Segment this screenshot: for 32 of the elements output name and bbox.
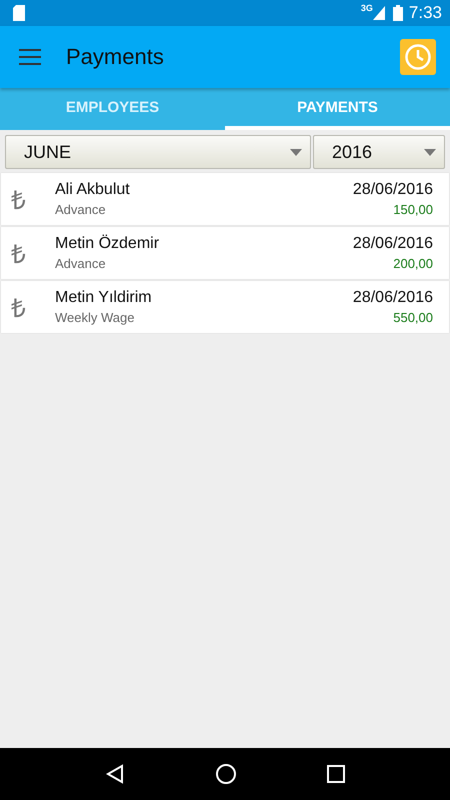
caret-icon — [290, 148, 302, 156]
home-button[interactable] — [215, 763, 237, 785]
recents-button[interactable] — [327, 765, 345, 783]
back-button[interactable] — [105, 764, 125, 784]
payment-row[interactable]: ₺ Metin Özdemir Advance 28/06/2016 200,00 — [1, 227, 449, 279]
payment-type: Weekly Wage — [55, 310, 136, 325]
employee-name: Metin Özdemir — [55, 235, 160, 253]
year-dropdown[interactable]: 2016 — [313, 135, 445, 169]
app-title: Payments — [66, 44, 165, 70]
clock-time: 7:33 — [408, 3, 442, 23]
payment-date: 28/06/2016 — [352, 289, 433, 307]
menu-icon[interactable] — [19, 48, 41, 66]
payment-date: 28/06/2016 — [352, 181, 433, 199]
payment-date: 28/06/2016 — [352, 235, 433, 253]
employee-name: Ali Akbulut — [55, 181, 131, 199]
caret-icon — [424, 148, 436, 156]
payment-row[interactable]: ₺ Ali Akbulut Advance 28/06/2016 150,00 — [1, 173, 449, 225]
signal-icon — [372, 6, 385, 20]
lira-icon: ₺ — [11, 235, 55, 271]
payment-amount: 550,00 — [393, 310, 433, 325]
payment-row[interactable]: ₺ Metin Yıldirim Weekly Wage 28/06/2016 550,00 — [1, 281, 449, 333]
lira-icon: ₺ — [11, 289, 55, 325]
payment-type: Advance — [55, 256, 107, 271]
sd-card-icon — [12, 5, 26, 21]
battery-icon — [392, 5, 403, 21]
month-dropdown[interactable]: JUNE — [5, 135, 311, 169]
payment-amount: 200,00 — [393, 256, 433, 271]
payment-type: Advance — [55, 202, 107, 217]
network-type: 3G — [360, 3, 373, 13]
payment-amount: 150,00 — [393, 202, 433, 217]
lira-icon: ₺ — [11, 181, 55, 217]
employee-name: Metin Yıldirim — [55, 289, 153, 307]
